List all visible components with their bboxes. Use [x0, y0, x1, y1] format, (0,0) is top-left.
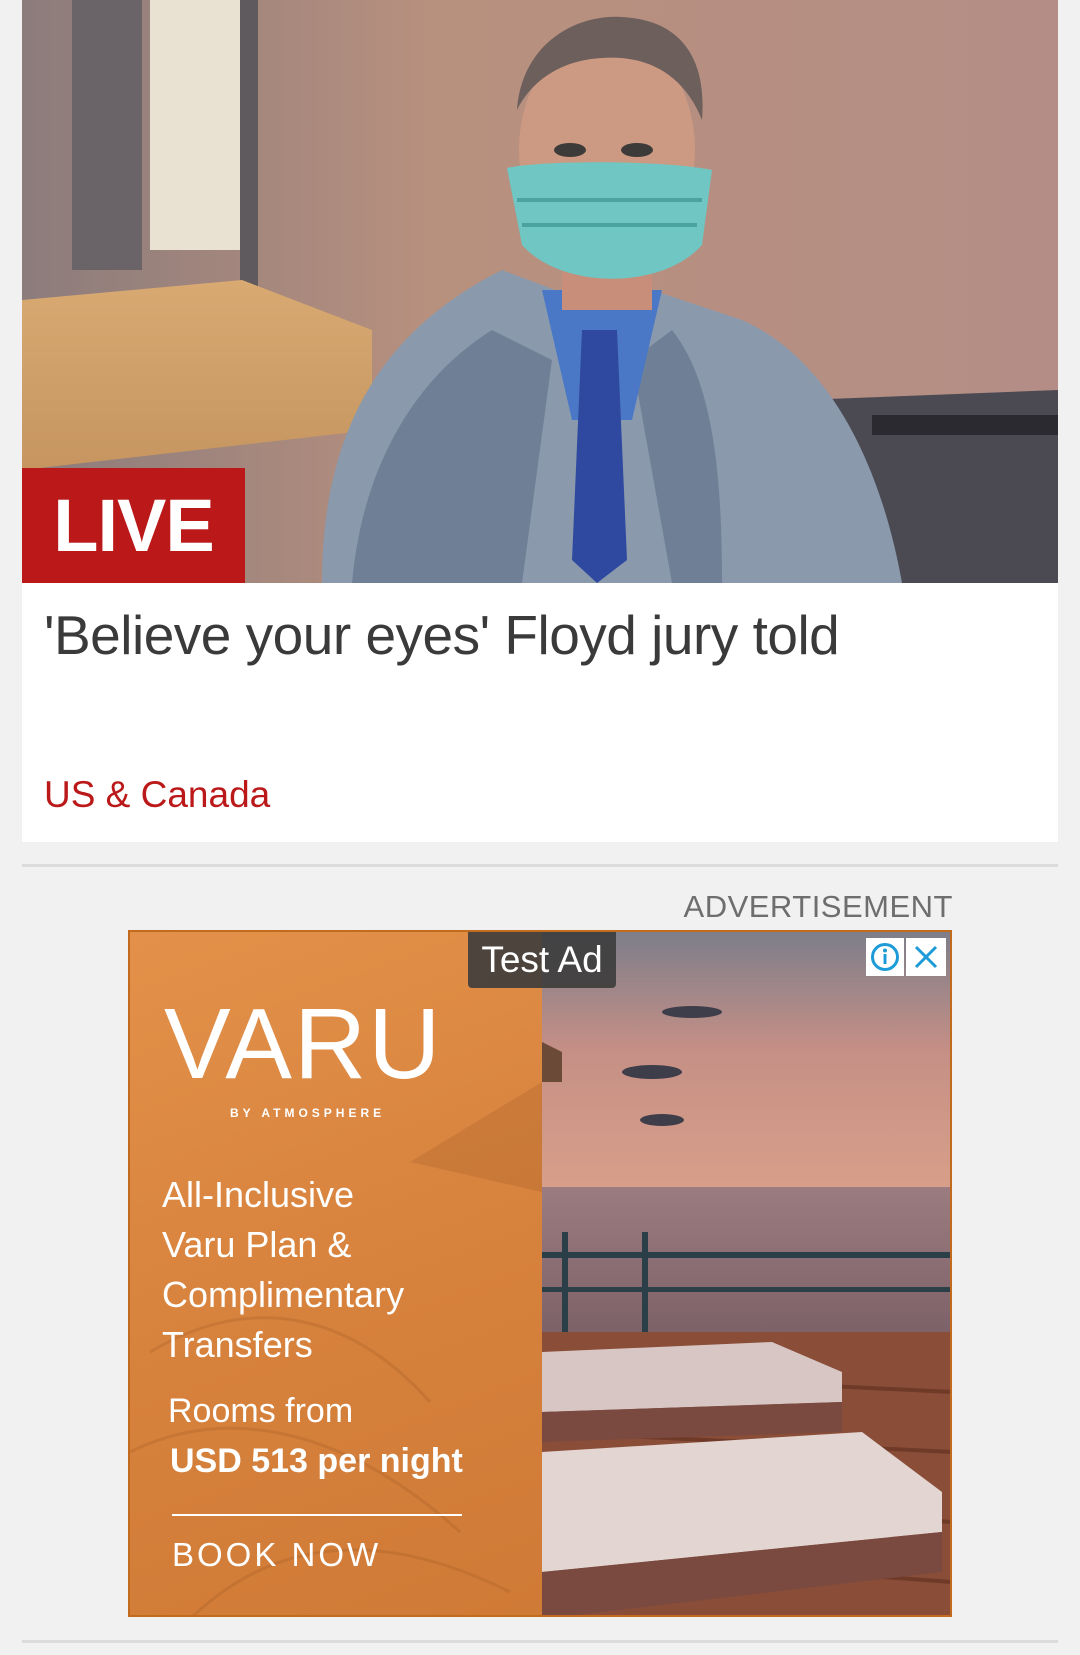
offer-line: All-Inclusive	[162, 1174, 355, 1215]
sunset-deck-image	[541, 932, 950, 1615]
article-image[interactable]: LIVE	[22, 0, 1058, 583]
news-card[interactable]: LIVE 'Believe your eyes' Floyd jury told…	[22, 0, 1058, 842]
advertisement-label: ADVERTISEMENT	[683, 889, 953, 924]
brand-wordmark: VARU	[164, 996, 442, 1086]
varu-logo: VARU	[164, 988, 494, 1100]
advertisement-banner[interactable]: VARU BY ATMOSPHERE All-Inclusive Varu Pl…	[128, 930, 952, 1617]
book-now-button[interactable]: BOOK NOW	[172, 1536, 381, 1574]
close-icon[interactable]	[906, 938, 946, 976]
test-ad-label: Test Ad	[468, 932, 616, 988]
offer-line: Transfers	[162, 1324, 313, 1365]
cta-divider	[172, 1514, 462, 1516]
price-text: USD 513 per night	[170, 1442, 463, 1480]
ad-offer-panel: VARU BY ATMOSPHERE All-Inclusive Varu Pl…	[130, 932, 542, 1615]
brand-subtitle: BY ATMOSPHERE	[230, 1106, 386, 1120]
info-icon[interactable]	[866, 938, 904, 976]
article-headline[interactable]: 'Believe your eyes' Floyd jury told	[44, 602, 1034, 668]
rooms-from-text: Rooms from	[168, 1392, 354, 1430]
divider	[22, 1640, 1058, 1643]
offer-line: Varu Plan &	[162, 1224, 352, 1265]
live-badge: LIVE	[22, 468, 245, 583]
ad-offer-text: All-Inclusive Varu Plan & Complimentary …	[162, 1170, 532, 1370]
section-link[interactable]: US & Canada	[44, 772, 270, 818]
ad-photo	[541, 932, 950, 1615]
offer-line: Complimentary	[162, 1274, 405, 1315]
divider	[22, 864, 1058, 867]
